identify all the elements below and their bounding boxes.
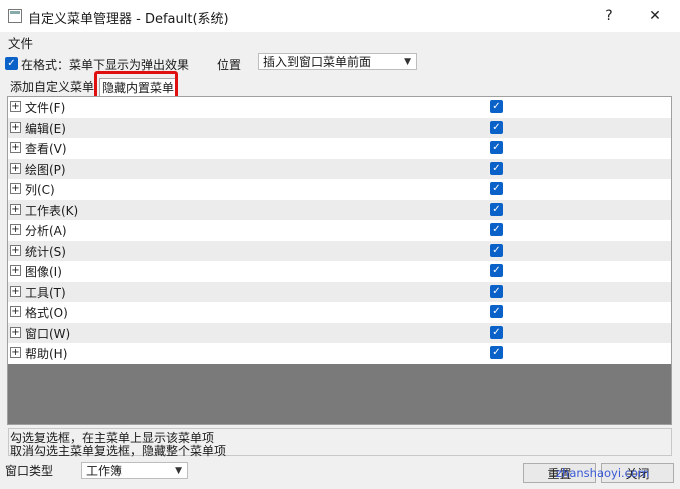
list-item[interactable]: + 文件(F) ✓ bbox=[8, 97, 671, 118]
list-item-label: 查看(V) bbox=[25, 142, 67, 156]
list-item-label: 文件(F) bbox=[25, 101, 66, 115]
expand-icon[interactable]: + bbox=[10, 183, 21, 194]
list-item[interactable]: + 工具(T) ✓ bbox=[8, 281, 671, 302]
help-button[interactable]: ? bbox=[586, 0, 632, 32]
hint-line-2: 取消勾选主菜单复选框，隐藏整个菜单项 bbox=[10, 444, 227, 458]
chevron-down-icon: ▼ bbox=[175, 466, 182, 476]
chevron-down-icon: ▼ bbox=[404, 57, 411, 67]
expand-icon[interactable]: + bbox=[10, 101, 21, 112]
list-item-label: 统计(S) bbox=[25, 244, 66, 259]
list-item-checkbox[interactable]: ✓ bbox=[490, 100, 503, 113]
position-dropdown-value: 插入到窗口菜单前面 bbox=[263, 55, 372, 69]
list-item-checkbox[interactable]: ✓ bbox=[490, 243, 503, 257]
list-item-checkbox[interactable]: ✓ bbox=[490, 182, 503, 195]
format-popup-checkbox[interactable]: ✓ bbox=[5, 57, 18, 70]
menu-bar bbox=[0, 32, 680, 50]
position-dropdown[interactable]: 插入到窗口菜单前面 ▼ bbox=[258, 53, 417, 70]
window-type-label: 窗口类型 bbox=[5, 464, 54, 478]
list-item-checkbox[interactable]: ✓ bbox=[490, 161, 503, 175]
list-item[interactable]: + 查看(V) ✓ bbox=[8, 138, 671, 159]
expand-icon[interactable]: + bbox=[10, 142, 21, 153]
list-item[interactable]: + 窗口(W) ✓ bbox=[8, 322, 671, 343]
expand-icon[interactable]: + bbox=[10, 265, 21, 276]
app-window-icon bbox=[8, 9, 22, 23]
window-title: 自定义菜单管理器 - Default(系统) bbox=[28, 12, 229, 27]
expand-icon[interactable]: + bbox=[10, 347, 21, 358]
expand-icon[interactable]: + bbox=[10, 203, 21, 215]
list-item-label: 格式(O) bbox=[25, 306, 68, 320]
expand-icon[interactable]: + bbox=[10, 224, 21, 235]
list-item[interactable]: + 图像(I) ✓ bbox=[8, 261, 671, 282]
list-item[interactable]: + 格式(O) ✓ bbox=[8, 302, 671, 323]
list-item-checkbox[interactable]: ✓ bbox=[490, 264, 503, 277]
list-item-checkbox[interactable]: ✓ bbox=[490, 120, 503, 134]
list-item-label: 列(C) bbox=[25, 183, 55, 197]
list-item-label: 窗口(W) bbox=[25, 326, 71, 341]
list-item-label: 工作表(K) bbox=[25, 203, 79, 218]
close-button[interactable]: ✕ bbox=[632, 0, 678, 32]
list-item-label: 工具(T) bbox=[25, 285, 66, 300]
window-type-value: 工作簿 bbox=[86, 464, 123, 478]
menu-file[interactable]: 文件 bbox=[8, 33, 33, 52]
list-item[interactable]: + 编辑(E) ✓ bbox=[8, 117, 671, 138]
expand-icon[interactable]: + bbox=[10, 326, 21, 338]
list-item-checkbox[interactable]: ✓ bbox=[490, 202, 503, 216]
list-item[interactable]: + 分析(A) ✓ bbox=[8, 220, 671, 241]
list-item[interactable]: + 统计(S) ✓ bbox=[8, 240, 671, 261]
menu-list: + 文件(F) ✓ + 编辑(E) ✓ + 查看(V) ✓ + 绘图(P) ✓ … bbox=[7, 96, 672, 425]
list-item-checkbox[interactable]: ✓ bbox=[490, 284, 503, 298]
list-item-checkbox[interactable]: ✓ bbox=[490, 325, 503, 339]
list-item-checkbox[interactable]: ✓ bbox=[490, 141, 503, 154]
expand-icon[interactable]: + bbox=[10, 285, 21, 297]
list-item-checkbox[interactable]: ✓ bbox=[490, 223, 503, 236]
expand-icon[interactable]: + bbox=[10, 162, 21, 174]
list-item-checkbox[interactable]: ✓ bbox=[490, 305, 503, 318]
list-item-label: 分析(A) bbox=[25, 224, 67, 238]
list-item[interactable]: + 工作表(K) ✓ bbox=[8, 199, 671, 220]
list-item[interactable]: + 帮助(H) ✓ bbox=[8, 343, 671, 364]
expand-icon[interactable]: + bbox=[10, 121, 21, 133]
position-label: 位置 bbox=[217, 58, 242, 72]
tab-add-custom-menu[interactable]: 添加自定义菜单 bbox=[10, 78, 94, 96]
watermark: zhanshaoyi.com bbox=[556, 466, 650, 480]
window-type-dropdown[interactable]: 工作簿 ▼ bbox=[81, 462, 188, 479]
list-item[interactable]: + 列(C) ✓ bbox=[8, 179, 671, 200]
hint-panel: 勾选复选框，在主菜单上显示该菜单项 取消勾选主菜单复选框，隐藏整个菜单项 bbox=[8, 428, 672, 458]
expand-icon[interactable]: + bbox=[10, 306, 21, 317]
list-item[interactable]: + 绘图(P) ✓ bbox=[8, 158, 671, 179]
list-item-checkbox[interactable]: ✓ bbox=[490, 346, 503, 359]
list-item-label: 绘图(P) bbox=[25, 162, 66, 177]
list-item-label: 帮助(H) bbox=[25, 347, 68, 361]
list-item-label: 图像(I) bbox=[25, 265, 62, 279]
expand-icon[interactable]: + bbox=[10, 244, 21, 256]
list-item-label: 编辑(E) bbox=[25, 121, 66, 136]
